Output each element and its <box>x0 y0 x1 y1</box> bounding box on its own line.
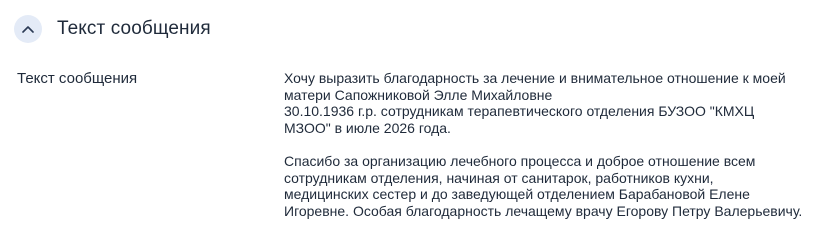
message-field-row: Текст сообщения Хочу выразить благодарно… <box>17 70 840 219</box>
section-title: Текст сообщения <box>57 18 211 39</box>
message-text: Хочу выразить благодарность за лечение и… <box>284 70 814 219</box>
field-label: Текст сообщения <box>17 70 138 87</box>
message-paragraph: Хочу выразить благодарность за лечение и… <box>284 70 786 136</box>
chevron-up-icon <box>22 26 34 33</box>
section-header: Текст сообщения <box>14 14 211 44</box>
message-paragraph: Спасибо за организацию лечебного процесс… <box>284 152 803 219</box>
collapse-toggle-button[interactable] <box>14 15 42 43</box>
